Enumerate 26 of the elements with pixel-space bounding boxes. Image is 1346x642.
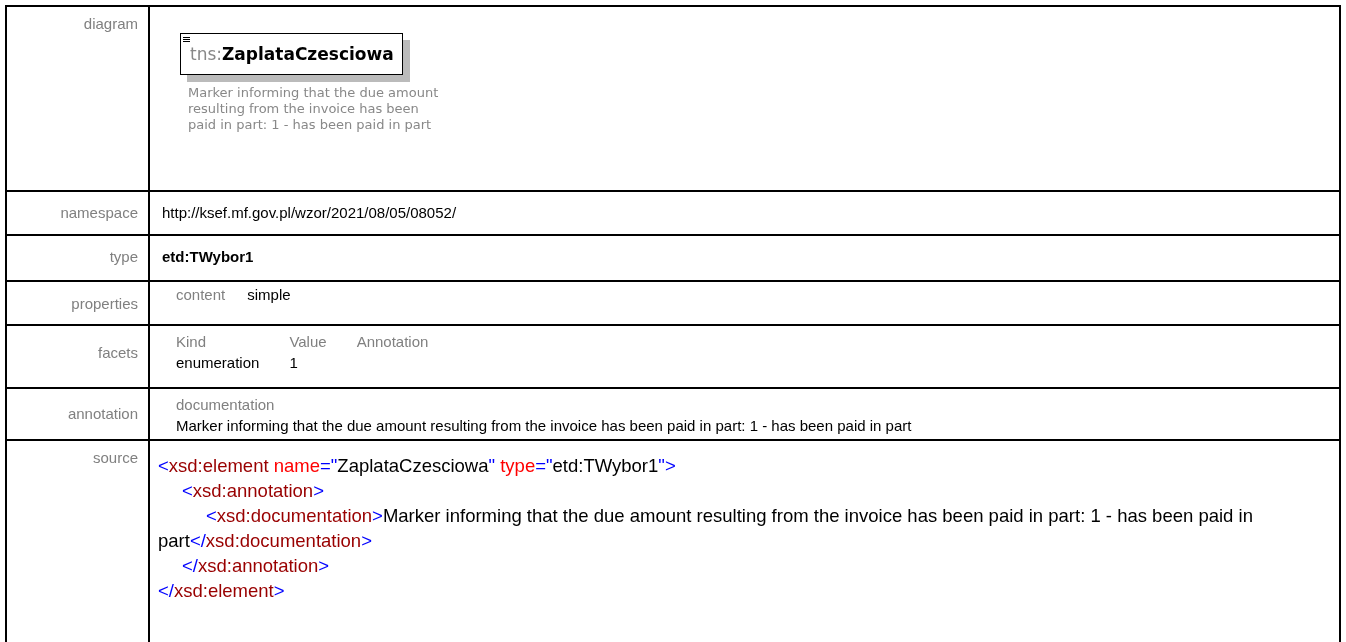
code-line: </xsd:annotation> bbox=[181, 554, 331, 578]
code-line: <xsd:element name="ZaplataCzesciowa" type="etd:TWybor1"> bbox=[158, 454, 677, 478]
row-label: annotation bbox=[7, 389, 150, 439]
annotation-text: Marker informing that the due amount resulting from the invoice has been paid in part: 1 - has been paid in part bbox=[176, 416, 913, 435]
code-line: </xsd:element> bbox=[158, 579, 286, 603]
code-line: <xsd:documentation>Marker informing that the due amount resulting from the invoice has been paid in part: 1 - has been paid in part</xsd:documentation> bbox=[158, 504, 1254, 553]
namespace-value: http://ksef.mf.gov.pl/wzor/2021/08/05/08052/ bbox=[162, 204, 458, 221]
row-label: source bbox=[7, 441, 150, 642]
annotation-heading: documentation bbox=[176, 395, 276, 415]
row-label: facets bbox=[7, 326, 150, 387]
row-label: type bbox=[7, 236, 150, 280]
table-cell-text: 1 bbox=[289, 353, 299, 373]
column-header: Annotation bbox=[356, 332, 429, 352]
table-cell: enumeration bbox=[176, 353, 260, 373]
type-value: etd:TWybor1 bbox=[162, 248, 255, 265]
code-line: <xsd:annotation> bbox=[181, 479, 325, 503]
property-value: simple bbox=[247, 286, 291, 303]
column-header: Value bbox=[289, 332, 327, 352]
lines-icon bbox=[183, 37, 190, 43]
row-label: namespace bbox=[7, 192, 150, 234]
row-label: diagram bbox=[7, 7, 150, 190]
property-name: content bbox=[176, 286, 226, 303]
row-label: properties bbox=[7, 282, 150, 324]
column-header: Kind bbox=[176, 332, 208, 352]
element-name: tns:ZaplataCzesciowa bbox=[190, 44, 394, 64]
element-description: Marker informing that the due amount resulting from the invoice has been paid in part: 1 - has been paid in part bbox=[188, 85, 440, 133]
